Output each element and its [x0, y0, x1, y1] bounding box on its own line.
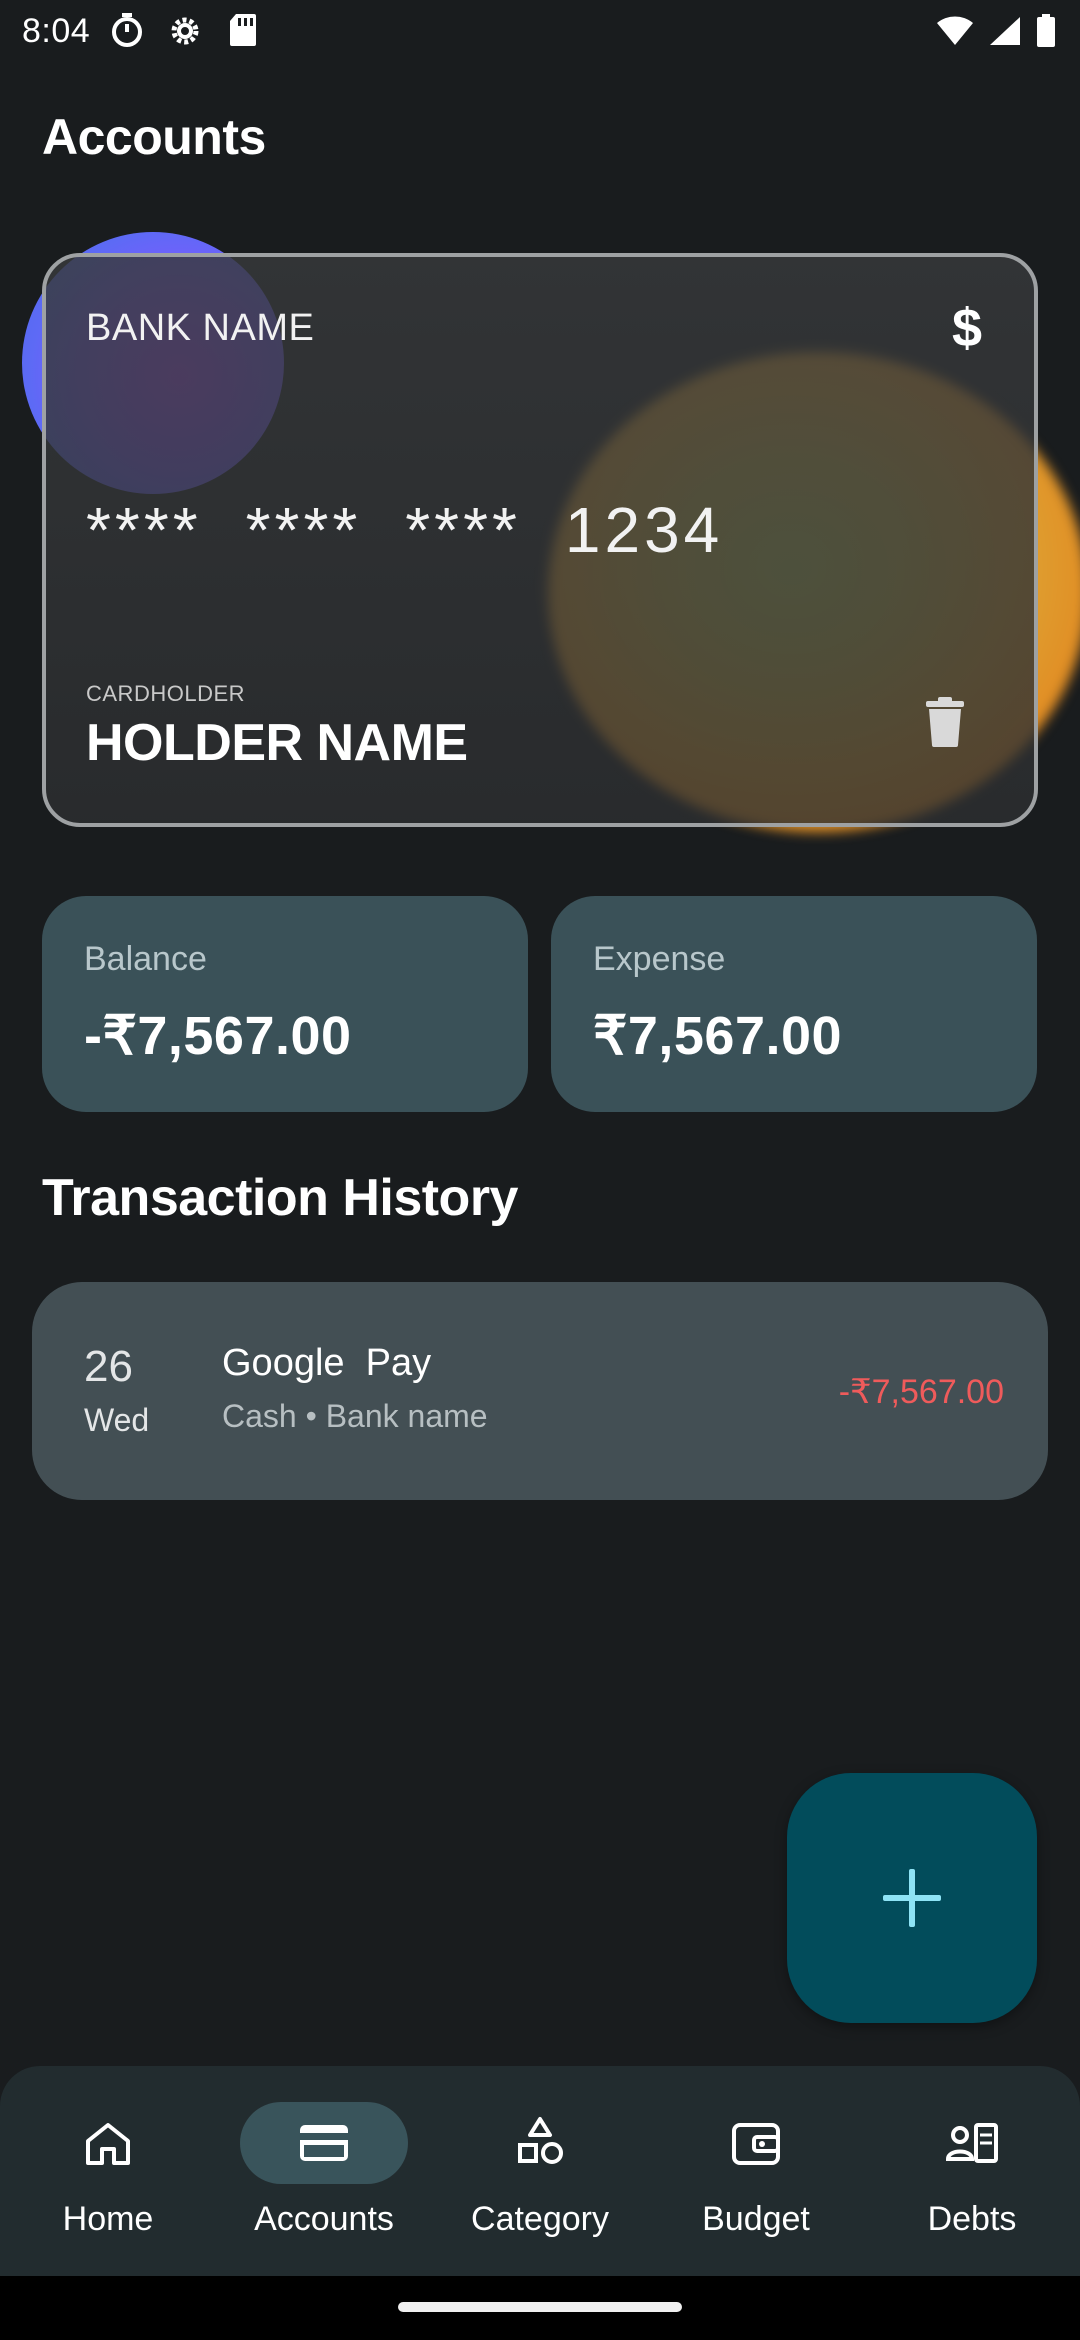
currency-dollar-icon: $: [951, 298, 982, 358]
balance-value: -₹7,567.00: [84, 1006, 352, 1066]
shapes-icon: [518, 2117, 563, 2164]
page-title: Accounts: [42, 109, 266, 165]
timer-icon: [112, 13, 142, 47]
balance-label: Balance: [84, 940, 207, 978]
gesture-handle[interactable]: [398, 2302, 682, 2312]
contact-card-icon: [945, 2123, 998, 2163]
cardholder-label: CARDHOLDER: [86, 681, 246, 706]
nav-item-debts[interactable]: Debts: [864, 2066, 1080, 2276]
expense-value: ₹7,567.00: [593, 1006, 843, 1066]
wifi-icon: [937, 16, 973, 45]
nav-item-category[interactable]: Category: [432, 2066, 648, 2276]
card-number-group: ****: [245, 494, 362, 566]
transaction-weekday: Wed: [84, 1402, 150, 1438]
nav-label-budget: Budget: [702, 2200, 810, 2238]
signal-icon: [990, 17, 1020, 45]
transaction-subtitle: Cash • Bank name: [222, 1398, 488, 1434]
add-transaction-button[interactable]: [787, 1773, 1037, 2023]
home-icon: [86, 2123, 130, 2165]
sd-card-icon: [230, 14, 256, 46]
transaction-item[interactable]: 26 Wed Google Pay Cash • Bank name -₹7,5…: [32, 1282, 1048, 1500]
wallet-icon: [732, 2123, 780, 2165]
nav-item-accounts[interactable]: Accounts: [216, 2066, 432, 2276]
transaction-history-title: Transaction History: [42, 1169, 518, 1227]
delete-trash-icon[interactable]: [926, 697, 964, 747]
card-number-group: ****: [405, 494, 521, 566]
nav-label-accounts: Accounts: [254, 2200, 394, 2238]
transaction-day: 26: [84, 1342, 133, 1391]
nav-label-category: Category: [471, 2200, 609, 2238]
nav-label-home: Home: [62, 2200, 154, 2238]
expense-label: Expense: [593, 940, 726, 978]
bottom-navigation: Home Accounts Category Budget Debts: [0, 2066, 1080, 2276]
transaction-title: Google Pay: [222, 1342, 432, 1384]
card-number-group: ****: [86, 494, 202, 566]
app-root: 8:04 Accounts BANK NAME $ **** **** ****…: [0, 0, 1080, 2340]
nav-item-budget[interactable]: Budget: [648, 2066, 864, 2276]
cardholder-name: HOLDER NAME: [86, 714, 468, 772]
account-card[interactable]: BANK NAME $ **** **** **** 1234 CARDHOLD…: [42, 253, 1038, 827]
card-bank-name: BANK NAME: [86, 307, 315, 349]
nav-label-debts: Debts: [927, 2200, 1017, 2238]
status-bar: 8:04: [0, 0, 1080, 64]
credit-card-icon: [300, 2125, 348, 2161]
nav-item-home[interactable]: Home: [0, 2066, 216, 2276]
battery-icon: [1037, 14, 1055, 47]
status-icons: [936, 14, 1056, 48]
transaction-amount: -₹7,567.00: [838, 1373, 1004, 1411]
expense-tile: Expense ₹7,567.00: [551, 896, 1037, 1112]
settings-gear-icon: [171, 17, 199, 45]
card-number-last4: 1234: [564, 494, 724, 566]
balance-tile: Balance -₹7,567.00: [42, 896, 528, 1112]
status-time: 8:04: [22, 12, 91, 50]
plus-icon: [883, 1869, 941, 1927]
card-number: **** **** **** 1234: [86, 493, 723, 567]
